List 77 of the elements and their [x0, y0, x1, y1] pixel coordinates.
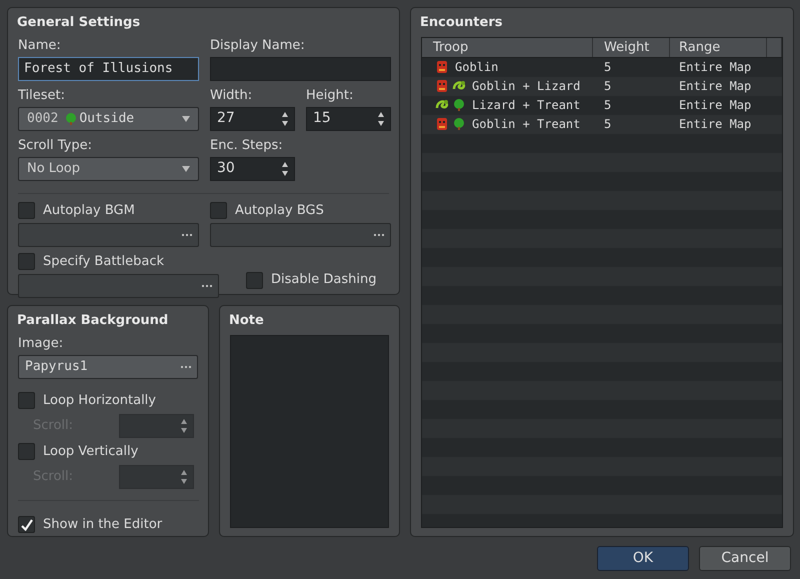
file-picker-field[interactable] [210, 222, 391, 246]
file-picker-field[interactable] [18, 222, 199, 246]
table-row[interactable]: Goblin 5 Entire Map [422, 58, 782, 76]
number-spinner[interactable]: 15 [306, 106, 391, 130]
tree-icon [64, 112, 78, 126]
table-cell-text: 5 [603, 116, 612, 133]
column-header[interactable]: Troop [422, 38, 593, 56]
spin-arrows-icon[interactable] [180, 418, 188, 434]
checkbox[interactable] [210, 202, 227, 219]
goblin-face-icon [435, 79, 449, 93]
dropdown-value: No Loop [27, 160, 80, 178]
checkbox[interactable] [18, 516, 35, 533]
column-header[interactable]: Range [670, 38, 767, 56]
panel-title: General Settings [17, 14, 142, 32]
table-row[interactable]: Goblin + Treant 5 Entire Map [422, 114, 782, 134]
checkbox-label: Disable Dashing [271, 271, 376, 290]
dialog-button[interactable]: OK [597, 546, 689, 571]
spin-arrows-icon[interactable] [281, 110, 289, 126]
column-header[interactable]: Weight [593, 38, 670, 56]
number-spinner[interactable]: 27 [210, 106, 295, 130]
checkbox[interactable] [18, 253, 35, 270]
caret-icon [182, 116, 190, 122]
dialog-button[interactable]: Cancel [699, 546, 791, 571]
field-label: Width: [210, 86, 254, 104]
table-cell-text: Entire Map [678, 116, 752, 133]
field-label: Tileset: [18, 86, 66, 104]
spinner-value: 15 [313, 109, 331, 128]
spin-arrows-icon[interactable] [281, 160, 289, 176]
panel-title: Encounters [420, 14, 504, 32]
tileset-name: Outside [79, 110, 134, 128]
field-label: Scroll Type: [18, 136, 94, 154]
spin-arrows-icon[interactable] [180, 468, 188, 484]
field-label: Enc. Steps: [210, 136, 284, 154]
dropdown[interactable]: 0002 Outside [18, 106, 199, 130]
field-label: Height: [306, 86, 354, 104]
checkbox-label: Autoplay BGM [43, 202, 135, 220]
tree-icon [452, 117, 466, 131]
note-text-area[interactable] [230, 334, 389, 528]
checkbox-label: Show in the Editor [43, 516, 162, 534]
tileset-number: 0002 [27, 110, 58, 128]
table-row[interactable]: Goblin + Lizard 5 Entire Map [422, 76, 782, 96]
table-cell-text: Entire Map [678, 78, 752, 95]
goblin-face-icon [435, 117, 449, 131]
spin-arrows-icon[interactable] [377, 110, 385, 126]
table-cell-text: Goblin [455, 59, 498, 76]
field-label: Display Name: [210, 36, 306, 54]
file-picker-field[interactable]: Papyrus1 [18, 354, 198, 378]
goblin-face-icon [435, 60, 449, 74]
table-cell-text: Lizard + Treant [472, 97, 580, 114]
table-row[interactable]: Lizard + Treant 5 Entire Map [422, 96, 782, 114]
caret-icon [182, 166, 190, 172]
number-spinner[interactable]: 30 [210, 156, 295, 180]
table-cell-text: 5 [603, 59, 612, 76]
checkbox-label: Specify Battleback [43, 252, 164, 271]
table-cell-text: Entire Map [678, 97, 752, 114]
table-cell-text: 5 [603, 97, 612, 114]
checkbox[interactable] [246, 272, 263, 288]
checkbox[interactable] [18, 202, 35, 219]
table-cell-text: 5 [603, 78, 612, 95]
field-label: Name: [18, 36, 62, 54]
checkbox-label: Loop Horizontally [43, 392, 156, 410]
table-cell-text: Goblin + Lizard [472, 78, 580, 95]
spinner-value: 27 [217, 109, 235, 128]
table-cell-text: Goblin + Treant [472, 116, 580, 133]
field-value: Papyrus1 [25, 358, 88, 376]
tree-icon [452, 98, 466, 112]
table-cell-text: Entire Map [678, 59, 752, 76]
checkbox-label: Autoplay BGS [235, 202, 324, 220]
text-field[interactable]: Forest of Illusions [18, 56, 199, 80]
panel-title: Note [229, 312, 265, 330]
panel-title: Parallax Background [17, 312, 170, 330]
field-label: Image: [18, 334, 64, 352]
checkbox-label: Loop Vertically [43, 442, 138, 461]
file-picker-field[interactable] [18, 274, 219, 298]
text-field[interactable] [210, 56, 391, 80]
spinner-value: 30 [217, 159, 235, 178]
dropdown[interactable]: No Loop [18, 156, 199, 180]
